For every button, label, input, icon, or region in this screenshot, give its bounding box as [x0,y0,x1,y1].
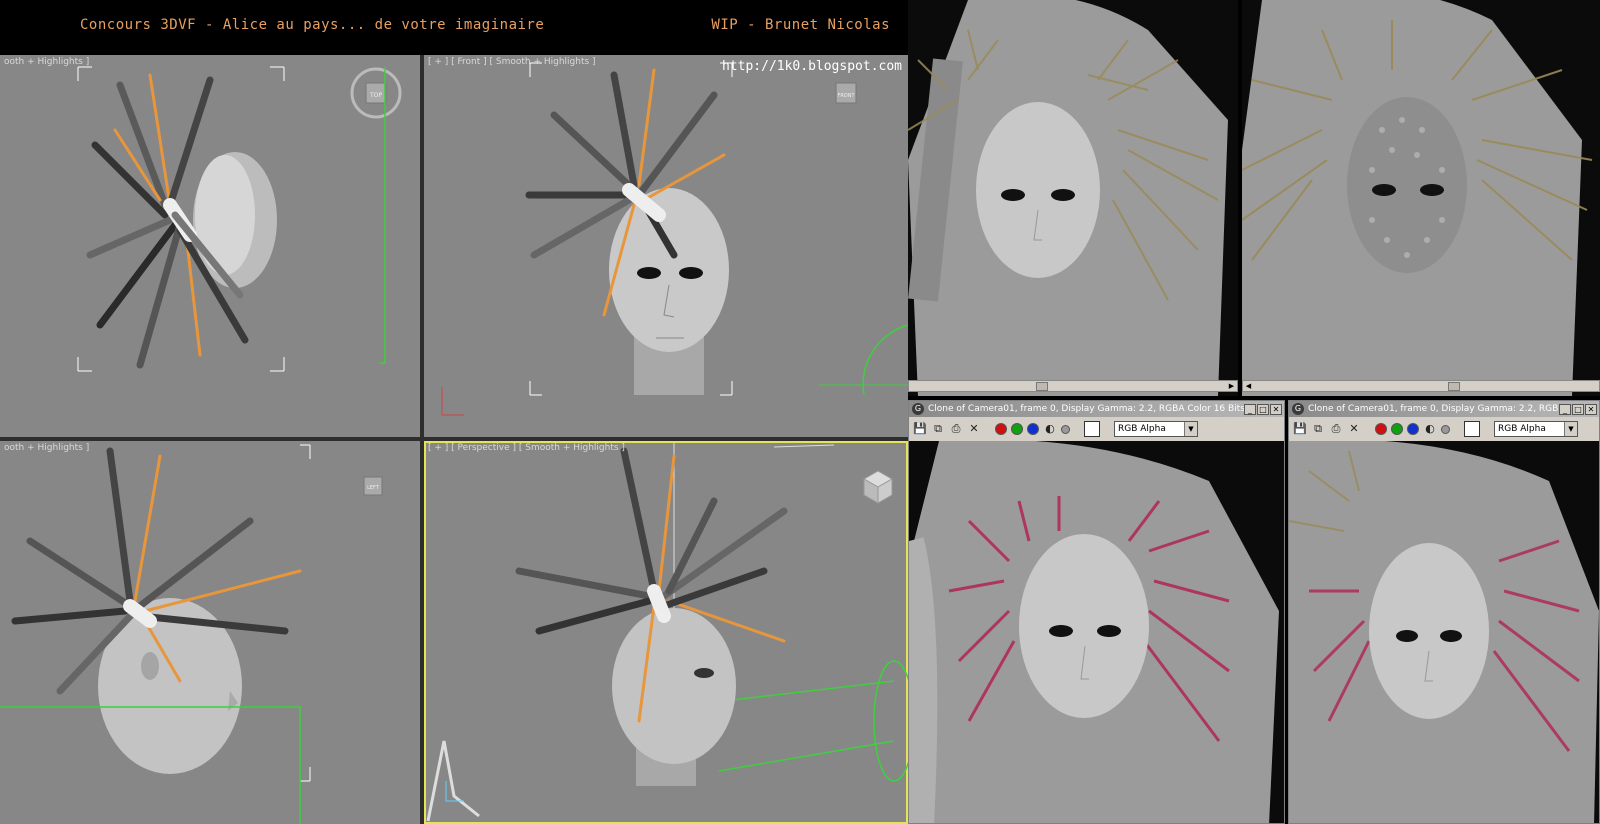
top-view-scene: TOP [77,66,402,372]
render-2-scroll-thumb[interactable] [1448,382,1460,391]
chevron-down-icon[interactable]: ▼ [1184,422,1197,436]
contest-title: Concours 3DVF - Alice au pays... de votr… [80,17,545,33]
viewport-left[interactable]: LEFT ooth + Highlights ] [0,441,420,824]
viewport-top[interactable]: TOP ooth + Highlights ] [0,55,420,437]
rendered-frame-window-1[interactable]: G Clone of Camera01, frame 0, Display Ga… [908,400,1285,824]
copy-icon[interactable]: ⧉ [1311,422,1325,436]
save-icon[interactable]: 💾 [913,422,927,436]
viewport-perspective-label[interactable]: [ + ] [ Perspective ] [ Smooth + Highlig… [428,443,625,453]
render-1-scrollbar[interactable]: ▶ [908,380,1238,392]
perspective-view-scene [426,443,908,822]
header-bar: Concours 3DVF - Alice au pays... de votr… [0,0,908,55]
print-icon[interactable]: ⎙ [949,422,963,436]
author-title: WIP - Brunet Nicolas [711,17,890,33]
render-image-patterned-mask: ◀ [1242,0,1600,396]
left-view-scene: LEFT [0,444,383,824]
blue-channel-toggle[interactable] [1027,423,1039,435]
background-color-swatch[interactable] [1084,421,1100,437]
scroll-right-icon[interactable]: ▶ [1226,381,1237,391]
copy-icon[interactable]: ⧉ [931,422,945,436]
minimize-icon[interactable]: _ [1244,403,1256,415]
save-icon[interactable]: 💾 [1293,422,1307,436]
green-channel-toggle[interactable] [1391,423,1403,435]
render-window-1-toolbar: 💾 ⧉ ⎙ ✕ ◐ RGB Alpha ▼ [909,417,1284,441]
render-1-scroll-thumb[interactable] [1036,382,1048,391]
render-2-scrollbar[interactable]: ◀ [1242,380,1600,392]
red-channel-toggle[interactable] [995,423,1007,435]
clear-icon[interactable]: ✕ [967,422,981,436]
clear-icon[interactable]: ✕ [1347,422,1361,436]
viewport-left-label[interactable]: ooth + Highlights ] [4,443,89,453]
green-channel-toggle[interactable] [1011,423,1023,435]
viewport-front-label[interactable]: [ + ] [ Front ] [ Smooth + Highlights ] [428,57,596,67]
channel-select[interactable]: RGB Alpha ▼ [1494,421,1578,437]
alpha-channel-toggle[interactable] [1061,424,1070,434]
viewport-top-label[interactable]: ooth + Highlights ] [4,57,89,67]
minimize-icon[interactable]: _ [1559,403,1571,415]
max-app-icon: G [1292,403,1304,415]
chevron-down-icon[interactable]: ▼ [1564,422,1577,436]
red-channel-toggle[interactable] [1375,423,1387,435]
front-cube-label: FRONT [837,93,855,99]
render-window-1-titlebar[interactable]: G Clone of Camera01, frame 0, Display Ga… [909,401,1284,417]
render-window-1-image [909,439,1284,823]
render-image-blonde: ▶ [908,0,1238,396]
render-window-2-title: Clone of Camera01, frame 0, Display Gamm… [1308,404,1559,414]
top-cube-label: TOP [369,92,382,99]
blue-channel-toggle[interactable] [1407,423,1419,435]
maximize-icon[interactable]: □ [1257,403,1269,415]
scroll-left-icon[interactable]: ◀ [1243,381,1254,391]
blog-url: http://1k0.blogspot.com [721,59,902,74]
alpha-channel-toggle[interactable] [1441,424,1450,434]
viewport-perspective[interactable]: [ + ] [ Perspective ] [ Smooth + Highlig… [424,441,908,824]
render-window-1-title: Clone of Camera01, frame 0, Display Gamm… [928,404,1244,414]
viewport-front[interactable]: FRONT [ + ] [ Front ] [ Smooth + Highlig… [424,55,908,437]
render-window-2-toolbar: 💾 ⧉ ⎙ ✕ ◐ RGB Alpha ▼ [1289,417,1599,441]
channel-select[interactable]: RGB Alpha ▼ [1114,421,1198,437]
render-window-2-image [1289,439,1599,823]
front-view-scene: FRONT [441,62,908,416]
close-icon[interactable]: ✕ [1585,403,1597,415]
viewport-divider-horizontal [0,437,908,441]
left-cube-label: LEFT [367,485,380,491]
mono-toggle-icon[interactable]: ◐ [1423,422,1437,436]
close-icon[interactable]: ✕ [1270,403,1282,415]
max-app-icon: G [912,403,924,415]
maximize-icon[interactable]: □ [1572,403,1584,415]
print-icon[interactable]: ⎙ [1329,422,1343,436]
render-window-2-titlebar[interactable]: G Clone of Camera01, frame 0, Display Ga… [1289,401,1599,417]
background-color-swatch[interactable] [1464,421,1480,437]
rendered-frame-window-2[interactable]: G Clone of Camera01, frame 0, Display Ga… [1288,400,1600,824]
mono-toggle-icon[interactable]: ◐ [1043,422,1057,436]
